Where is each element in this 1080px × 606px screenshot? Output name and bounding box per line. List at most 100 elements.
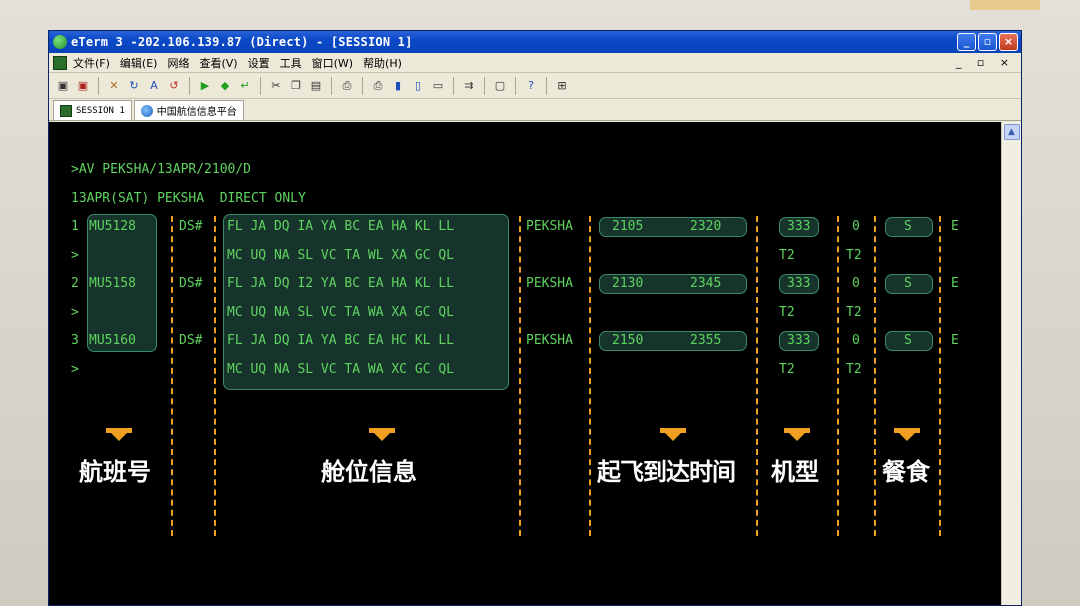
- tab-travelsky[interactable]: 中国航信信息平台: [133, 100, 244, 120]
- help-icon[interactable]: ?: [523, 78, 539, 94]
- paste-icon[interactable]: ▤: [308, 78, 324, 94]
- tools-icon[interactable]: ✕: [106, 78, 122, 94]
- aircraft-type: 333: [787, 276, 811, 291]
- diamond-icon[interactable]: ◆: [217, 78, 233, 94]
- cabin-classes: MC UQ NA SL VC TA WA XA GC QL: [227, 305, 454, 320]
- arrival-terminal: T2: [846, 305, 862, 320]
- ds-code: DS#: [179, 276, 203, 291]
- divider-3: [519, 216, 521, 536]
- toolbar-separator: [453, 76, 454, 95]
- aircraft-type: 333: [787, 219, 811, 234]
- toolbar-separator: [260, 76, 261, 95]
- meal-code: S: [904, 276, 912, 291]
- scroll-up-icon[interactable]: ▲: [1003, 124, 1020, 140]
- departure-time: 2130: [612, 276, 644, 291]
- terminal-screen[interactable]: >AV PEKSHA/13APR/2100/D 13APR(SAT) PEKSH…: [49, 122, 1003, 605]
- restore-button[interactable]: ▫: [978, 33, 997, 51]
- departure-time: 2150: [612, 333, 644, 348]
- flight-number[interactable]: MU5128: [89, 219, 136, 234]
- route: PEKSHA: [526, 219, 573, 234]
- cabin-classes: FL JA DQ IA YA BC EA HC KL LL: [227, 333, 454, 348]
- divider-2: [214, 216, 216, 536]
- minimize-button[interactable]: _: [957, 33, 976, 51]
- continuation-marker: >: [71, 362, 79, 377]
- menu-view[interactable]: 查看(V): [199, 55, 237, 71]
- cabin-classes: MC UQ NA SL VC TA WA XC GC QL: [227, 362, 454, 377]
- departure-terminal: T2: [779, 305, 795, 320]
- toolbar-separator: [189, 76, 190, 95]
- menu-help[interactable]: 帮助(H): [363, 55, 402, 71]
- route: PEKSHA: [526, 276, 573, 291]
- menu-network[interactable]: 网络: [167, 55, 189, 71]
- copy-icon[interactable]: ❐: [288, 78, 304, 94]
- cut-icon[interactable]: ✂: [268, 78, 284, 94]
- tab-label: SESSION 1: [76, 105, 125, 116]
- flight-number[interactable]: MU5160: [89, 333, 136, 348]
- arrival-terminal: T2: [846, 248, 862, 263]
- route: PEKSHA: [526, 333, 573, 348]
- departure-time: 2105: [612, 219, 644, 234]
- aircraft-type: 333: [787, 333, 811, 348]
- toolbar-separator: [515, 76, 516, 95]
- menu-tools[interactable]: 工具: [280, 55, 302, 71]
- toolbar-separator: [331, 76, 332, 95]
- menu-window[interactable]: 窗口(W): [312, 55, 353, 71]
- form-icon[interactable]: ▭: [430, 78, 446, 94]
- send-icon[interactable]: ⇉: [461, 78, 477, 94]
- result-header: 13APR(SAT) PEKSHA DIRECT ONLY: [71, 191, 306, 206]
- window-title: eTerm 3 -202.106.139.87 (Direct) - [SESS…: [71, 35, 413, 49]
- new-page-icon[interactable]: ▢: [492, 78, 508, 94]
- stops: 0: [852, 219, 860, 234]
- stops: 0: [852, 333, 860, 348]
- session-menu-icon[interactable]: [53, 55, 67, 70]
- divider-5: [756, 216, 758, 536]
- enter-icon[interactable]: ↵: [237, 78, 253, 94]
- divider-7: [874, 216, 876, 536]
- flight-number[interactable]: MU5158: [89, 276, 136, 291]
- tab-label: 中国航信信息平台: [156, 107, 237, 118]
- app-icon: [53, 35, 67, 49]
- toolbar-separator: [98, 76, 99, 95]
- print-icon[interactable]: ⎙: [339, 78, 355, 94]
- reset-icon[interactable]: ↺: [166, 78, 182, 94]
- database-icon[interactable]: ▮: [390, 78, 406, 94]
- divider-4: [589, 216, 591, 536]
- meal-code: S: [904, 219, 912, 234]
- continuation-marker: >: [71, 248, 79, 263]
- arrival-time: 2320: [690, 219, 722, 234]
- network-icon[interactable]: ⊞: [554, 78, 570, 94]
- eticket-flag: E: [951, 333, 959, 348]
- arrival-time: 2345: [690, 276, 722, 291]
- cabin-classes: FL JA DQ I2 YA BC EA HA KL LL: [227, 276, 454, 291]
- caption-aircraft: 机型: [771, 458, 819, 486]
- toolbar-separator: [484, 76, 485, 95]
- disconnect-icon[interactable]: ▣: [75, 78, 91, 94]
- menu-file[interactable]: 文件(F): [73, 55, 110, 71]
- play-icon[interactable]: ▶: [197, 78, 213, 94]
- divider-8: [939, 216, 941, 536]
- flight-index: 2: [71, 276, 79, 291]
- sticky-note: [970, 0, 1040, 10]
- meal-code: S: [904, 333, 912, 348]
- ds-code: DS#: [179, 333, 203, 348]
- arrival-time: 2355: [690, 333, 722, 348]
- vertical-scrollbar[interactable]: ▲: [1001, 122, 1021, 605]
- refresh-icon[interactable]: ↻: [126, 78, 142, 94]
- divider-1: [171, 216, 173, 536]
- font-icon[interactable]: A: [146, 78, 162, 94]
- caption-cabin-info: 舱位信息: [321, 458, 417, 486]
- document-icon[interactable]: ▯: [410, 78, 426, 94]
- continuation-marker: >: [71, 305, 79, 320]
- menu-edit[interactable]: 编辑(E): [120, 55, 158, 71]
- connect-icon[interactable]: ▣: [55, 78, 71, 94]
- divider-6: [837, 216, 839, 536]
- caption-times: 起飞到达时间: [597, 458, 736, 486]
- caption-flight-number: 航班号: [79, 458, 151, 486]
- mdi-controls[interactable]: _ ▫ ×: [956, 56, 1021, 69]
- title-bar[interactable]: eTerm 3 -202.106.139.87 (Direct) - [SESS…: [49, 31, 1021, 53]
- eticket-flag: E: [951, 219, 959, 234]
- tab-session-1[interactable]: SESSION 1: [53, 100, 132, 120]
- menu-settings[interactable]: 设置: [248, 55, 270, 71]
- close-button[interactable]: ×: [999, 33, 1018, 51]
- print-preview-icon[interactable]: ⎙: [370, 78, 386, 94]
